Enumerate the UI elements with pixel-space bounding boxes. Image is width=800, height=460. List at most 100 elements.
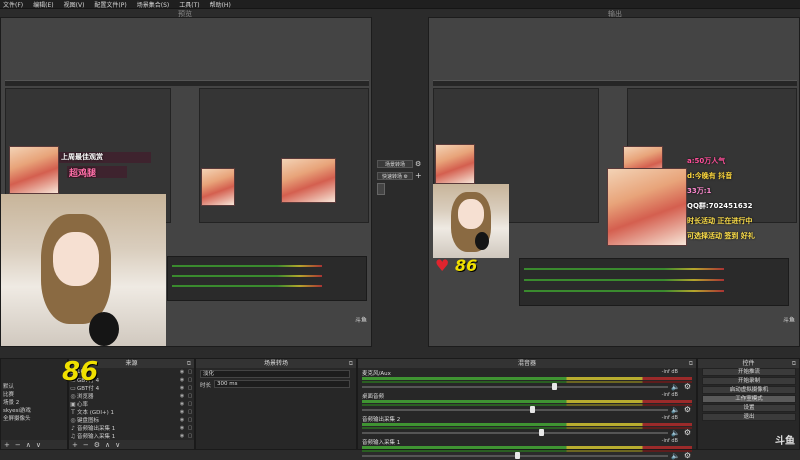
mixer-channel: 音频输入采集 1 -inf dB 🔈 ⚙ <box>362 438 692 460</box>
remove-icon[interactable]: − <box>15 441 21 449</box>
menu-item-2[interactable]: 视图(V) <box>64 0 85 9</box>
lock-icon[interactable]: ▢ <box>186 393 194 399</box>
heart-icon: ♥ <box>435 256 450 275</box>
program-canvas: a:50万人气 d:今晚有 抖音 33万:1 QQ群:702451632 时长活动 正在… <box>428 17 800 347</box>
channel-db: -inf dB <box>661 369 678 375</box>
quick-transition-button[interactable]: 快速转场 ⚙ <box>377 172 413 180</box>
scene-item[interactable]: skyesi游戏 <box>1 407 67 415</box>
overlay-info-line: a:50万人气 <box>687 157 726 165</box>
source-item[interactable]: ♫ 音频输入采集 1 ◉ ▢ <box>69 432 194 441</box>
lock-icon[interactable]: ▢ <box>186 409 194 415</box>
speaker-icon[interactable]: 🔈 <box>671 429 680 437</box>
control-button-3[interactable]: 工作室模式 <box>702 395 796 403</box>
gear-icon[interactable]: ⚙ <box>684 405 691 414</box>
scene-item[interactable]: 默认 <box>1 383 67 391</box>
gear-icon[interactable]: ⚙ <box>684 428 691 437</box>
anime-overlay <box>9 146 59 194</box>
globe-icon: ◎ <box>70 392 76 400</box>
source-item[interactable]: ◎ 浏览器 ◉ ▢ <box>69 392 194 401</box>
down-icon[interactable]: ∨ <box>36 441 41 449</box>
eye-icon[interactable]: ◉ <box>178 417 186 423</box>
overlay-info-line: d:今晚有 抖音 <box>687 172 733 180</box>
speaker-icon[interactable]: 🔈 <box>671 406 680 414</box>
source-item[interactable]: ◎ 键盘图标 ◉ ▢ <box>69 416 194 425</box>
anime-overlay-small <box>201 168 235 206</box>
channel-db: -inf dB <box>661 438 678 444</box>
lock-icon[interactable]: ▢ <box>186 425 194 431</box>
control-button-5[interactable]: 退出 <box>702 413 796 421</box>
lock-icon[interactable]: ▢ <box>186 401 194 407</box>
mixer-dock: 混音器 ⧉ 麦克风/Aux -inf dB 🔈 ⚙ 桌面音频 -inf dB 🔈 ⚙ 音频输出采集… <box>357 358 697 460</box>
menu-item-5[interactable]: 工具(T) <box>179 0 199 9</box>
volume-slider[interactable] <box>362 409 668 411</box>
volume-slider[interactable] <box>362 386 668 388</box>
control-button-0[interactable]: 开始推流 <box>702 368 796 376</box>
douyu-watermark: 斗鱼 <box>775 436 795 447</box>
transition-slider[interactable] <box>377 183 385 195</box>
level-meter <box>362 377 692 380</box>
duration-input[interactable]: 300 ms <box>214 380 350 388</box>
menu-item-1[interactable]: 编辑(E) <box>33 0 53 9</box>
source-name: 文本 (GDI+) 1 <box>77 410 115 416</box>
speaker-icon[interactable]: 🔈 <box>671 452 680 460</box>
scene-item[interactable]: 全屏摄像头 <box>1 415 67 423</box>
overlay-info-line: 时长活动 正在进行中 <box>687 217 753 225</box>
add-icon[interactable]: + <box>415 171 422 180</box>
source-item[interactable]: ▣ 心率 ◉ ▢ <box>69 400 194 409</box>
anime-overlay-right <box>281 158 336 203</box>
volume-knob[interactable] <box>530 406 536 413</box>
audio-icon: ♪ <box>71 424 75 432</box>
scene-item[interactable]: 比赛 <box>1 391 67 399</box>
overlay-info-line: 33万:1 <box>687 187 712 195</box>
transitions-title: 场景转场 ⧉ <box>196 359 356 368</box>
menu-item-0[interactable]: 文件(F) <box>3 0 23 9</box>
gear-icon[interactable]: ⚙ <box>415 160 421 168</box>
transition-select[interactable]: 淡化 <box>200 370 350 378</box>
eye-icon[interactable]: ◉ <box>178 409 186 415</box>
up-icon[interactable]: ∧ <box>26 441 31 449</box>
eye-icon[interactable]: ◉ <box>178 385 186 391</box>
scene-item[interactable]: 场景 2 <box>1 399 67 407</box>
control-button-2[interactable]: 启动虚拟摄像机 <box>702 386 796 394</box>
gear-icon[interactable]: ⚙ <box>684 451 691 460</box>
preview-canvas[interactable]: 上周最佳观赏 超鸡腿 斗鱼 <box>0 17 372 347</box>
menu-item-3[interactable]: 配置文件(P) <box>94 0 126 9</box>
gear-icon[interactable]: ⚙ <box>94 441 100 449</box>
control-button-1[interactable]: 开始录制 <box>702 377 796 385</box>
remove-icon[interactable]: − <box>83 441 89 449</box>
gear-icon[interactable]: ⚙ <box>684 382 691 391</box>
volume-knob[interactable] <box>515 452 520 459</box>
lock-icon[interactable]: ▢ <box>186 377 194 383</box>
menu-item-4[interactable]: 场景集合(S) <box>137 0 170 9</box>
control-button-4[interactable]: 设置 <box>702 404 796 412</box>
scenes-dock: 场景 默认比赛场景 2skyesi游戏全屏摄像头 + − ∧ ∨ <box>0 358 68 450</box>
volume-knob[interactable] <box>551 383 557 390</box>
eye-icon[interactable]: ◉ <box>178 425 186 431</box>
lock-icon[interactable]: ▢ <box>186 385 194 391</box>
menu-item-6[interactable]: 帮助(H) <box>210 0 231 9</box>
add-icon[interactable]: + <box>72 441 78 449</box>
lock-icon[interactable]: ▢ <box>186 369 194 375</box>
speaker-icon[interactable]: 🔈 <box>671 383 680 391</box>
eye-icon[interactable]: ◉ <box>178 377 186 383</box>
nested-toolbar <box>5 80 369 86</box>
add-icon[interactable]: + <box>4 441 10 449</box>
controls-title: 控件 ⧉ <box>698 359 799 368</box>
eye-icon[interactable]: ◉ <box>178 401 186 407</box>
source-item[interactable]: T 文本 (GDI+) 1 ◉ ▢ <box>69 408 194 417</box>
up-icon[interactable]: ∧ <box>105 441 110 449</box>
eye-icon[interactable]: ◉ <box>178 393 186 399</box>
lock-icon[interactable]: ▢ <box>186 433 194 439</box>
eye-icon[interactable]: ◉ <box>178 433 186 439</box>
down-icon[interactable]: ∨ <box>115 441 120 449</box>
webcam-program <box>433 184 509 258</box>
level-meter-secondary <box>362 450 692 452</box>
volume-knob[interactable] <box>539 429 545 436</box>
eye-icon[interactable]: ◉ <box>178 369 186 375</box>
source-item[interactable]: ♪ 音频输出采集 1 ◉ ▢ <box>69 424 194 433</box>
volume-slider[interactable] <box>362 432 668 434</box>
lock-icon[interactable]: ▢ <box>186 417 194 423</box>
source-name: 心率 <box>77 402 89 408</box>
transition-button[interactable]: 场景转场 <box>377 160 413 168</box>
nested-mixer <box>519 258 789 306</box>
